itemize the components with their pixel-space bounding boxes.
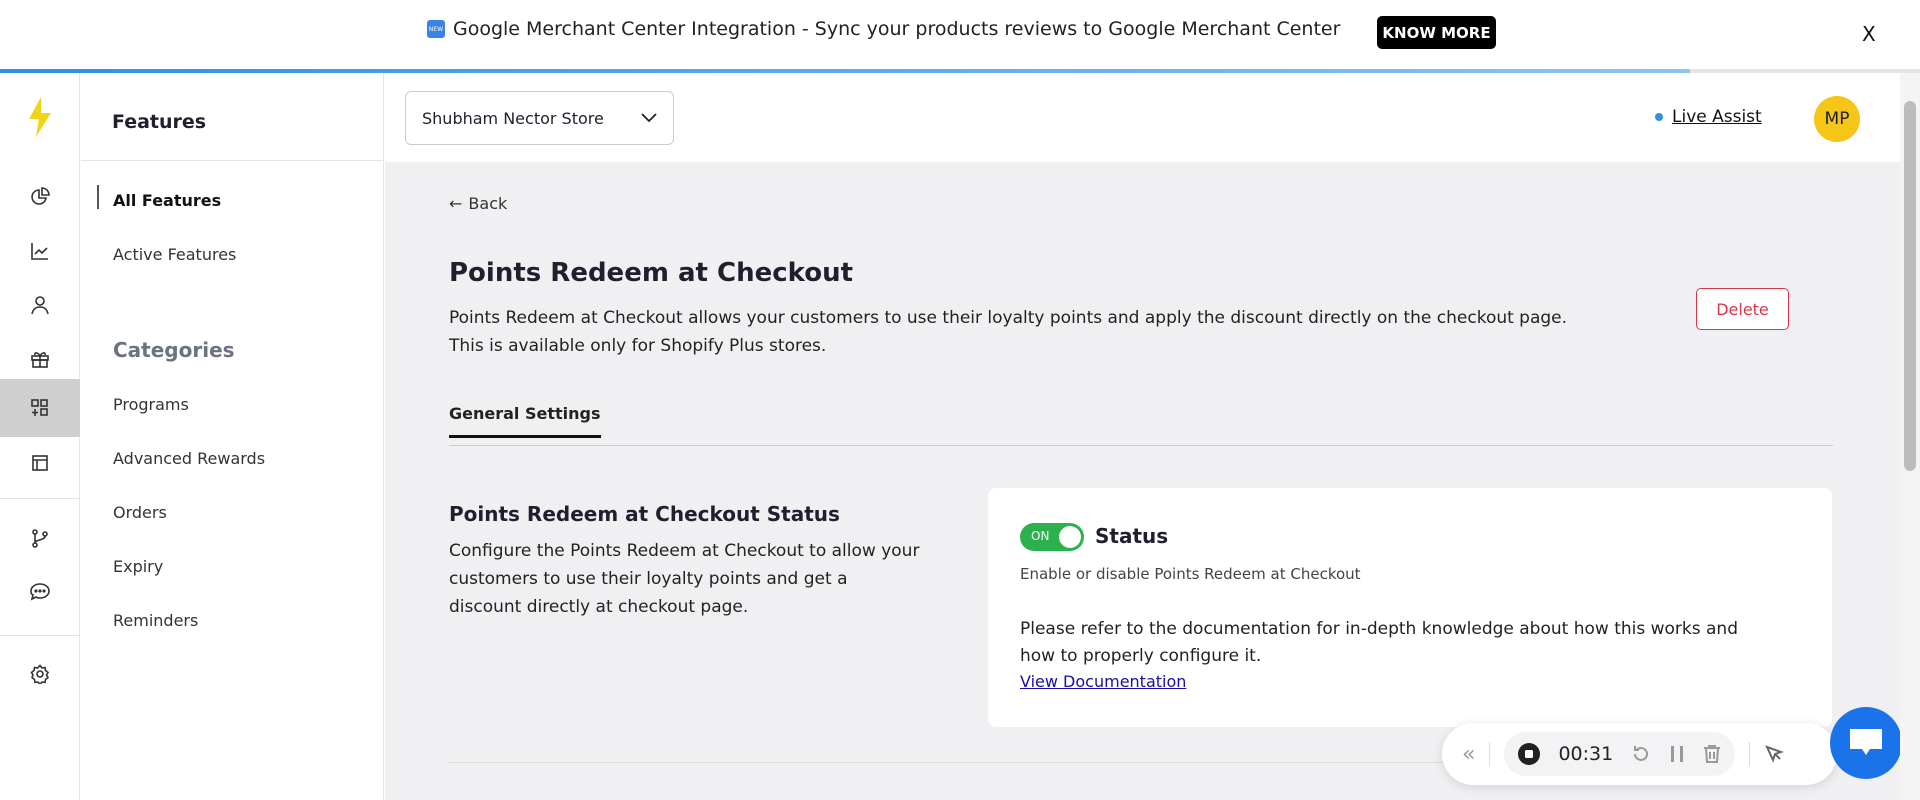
trash-icon[interactable] <box>1703 744 1721 764</box>
tab-general-settings[interactable]: General Settings <box>449 404 601 438</box>
icon-rail <box>0 73 80 800</box>
store-selector[interactable]: Shubham Nector Store <box>405 91 674 145</box>
status-description: Enable or disable Points Redeem at Check… <box>1020 565 1361 583</box>
sidebar-item-programs[interactable]: Programs <box>113 395 189 414</box>
pages-layout-icon[interactable] <box>0 437 80 489</box>
sidebar-item-advanced-rewards[interactable]: Advanced Rewards <box>113 449 265 468</box>
status-toggle[interactable]: ON <box>1020 523 1084 551</box>
collapse-button[interactable]: « <box>1462 742 1475 767</box>
stop-icon[interactable] <box>1518 743 1541 765</box>
page-title: Points Redeem at Checkout <box>449 258 854 288</box>
announcement-banner: NEW Google Merchant Center Integration -… <box>0 0 1920 70</box>
logo-bolt-icon[interactable] <box>0 93 80 141</box>
page-description-note: This is available only for Shopify Plus … <box>449 336 827 356</box>
restart-icon[interactable] <box>1631 744 1651 764</box>
separator <box>1749 742 1751 766</box>
chevron-down-icon <box>641 113 657 123</box>
recorder-controls: 00:31 <box>1504 732 1736 776</box>
avatar[interactable]: MP <box>1814 96 1860 142</box>
messages-chat-icon[interactable] <box>0 566 80 618</box>
customers-user-icon[interactable] <box>0 279 80 331</box>
scrollbar-thumb[interactable] <box>1904 101 1916 471</box>
chat-bubble-icon <box>1850 729 1882 755</box>
view-documentation-link[interactable]: View Documentation <box>1020 672 1186 691</box>
section-description: Configure the Points Redeem at Checkout … <box>449 541 920 561</box>
features-grid-icon[interactable] <box>0 379 80 437</box>
arrow-left-icon: ← <box>449 194 463 213</box>
features-sidebar: Features All Features Active Features Ca… <box>81 73 384 800</box>
separator <box>1489 742 1491 766</box>
status-dot-icon <box>1655 113 1663 121</box>
chat-support-button[interactable] <box>1830 707 1902 779</box>
sidebar-item-expiry[interactable]: Expiry <box>113 557 163 576</box>
store-name: Shubham Nector Store <box>422 108 604 128</box>
documentation-text: Please refer to the documentation for in… <box>1020 619 1739 639</box>
live-assist-link[interactable]: Live Assist <box>1655 107 1762 127</box>
integrations-branch-icon[interactable] <box>0 512 80 564</box>
sidebar-item-all-features[interactable]: All Features <box>113 191 221 210</box>
sidebar-title: Features <box>112 111 207 133</box>
rail-divider <box>0 498 80 499</box>
page-scrollbar[interactable] <box>1900 73 1920 800</box>
back-link[interactable]: ← Back <box>449 194 507 213</box>
pause-icon[interactable] <box>1669 744 1685 764</box>
close-banner-button[interactable]: X <box>1862 22 1876 46</box>
toggle-label: ON <box>1031 529 1050 543</box>
banner-message: NEW Google Merchant Center Integration -… <box>427 18 1340 40</box>
rewards-gift-icon[interactable] <box>0 333 80 385</box>
recording-time: 00:31 <box>1558 743 1614 765</box>
page-description: Points Redeem at Checkout allows your cu… <box>449 308 1568 328</box>
cursor-pointer-icon[interactable] <box>1764 744 1785 764</box>
delete-button[interactable]: Delete <box>1696 288 1789 330</box>
tab-divider <box>449 445 1833 446</box>
section-description: customers to use their loyalty points an… <box>449 569 848 589</box>
section-title: Points Redeem at Checkout Status <box>449 502 840 526</box>
settings-gear-icon[interactable] <box>0 648 80 700</box>
documentation-text: how to properly configure it. <box>1020 646 1262 666</box>
banner-text: Google Merchant Center Integration - Syn… <box>453 18 1341 40</box>
sidebar-item-active-features[interactable]: Active Features <box>113 245 236 264</box>
live-assist-label: Live Assist <box>1672 107 1762 127</box>
sidebar-item-orders[interactable]: Orders <box>113 503 167 522</box>
back-label: Back <box>468 194 508 213</box>
know-more-button[interactable]: KNOW MORE <box>1377 16 1496 49</box>
active-indicator <box>97 185 99 209</box>
section-description: discount directly at checkout page. <box>449 597 749 617</box>
analytics-chart-icon[interactable] <box>0 225 80 277</box>
dashboard-pie-icon[interactable] <box>0 171 80 223</box>
rail-divider <box>0 635 80 636</box>
categories-heading: Categories <box>113 338 235 362</box>
toggle-knob <box>1059 526 1081 548</box>
screen-recorder-toolbar: « 00:31 <box>1442 723 1837 785</box>
sidebar-header: Features <box>81 73 384 161</box>
new-badge-icon: NEW <box>427 20 445 38</box>
status-label: Status <box>1095 524 1169 548</box>
sidebar-item-reminders[interactable]: Reminders <box>113 611 198 630</box>
